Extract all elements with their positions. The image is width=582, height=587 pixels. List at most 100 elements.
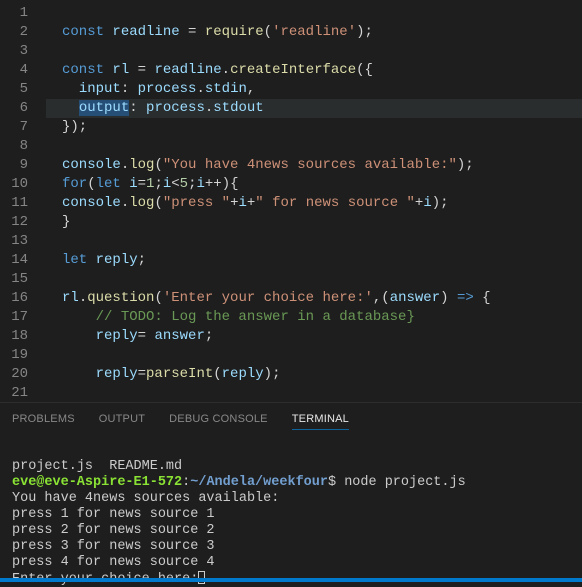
token: ); xyxy=(356,24,373,40)
token: console xyxy=(62,157,121,173)
token: let xyxy=(62,252,96,268)
token: ; xyxy=(138,252,146,268)
token xyxy=(62,309,96,325)
token: }); xyxy=(62,119,87,135)
token: i xyxy=(238,195,246,211)
token: ( xyxy=(154,157,162,173)
token: ; xyxy=(154,176,162,192)
code-line[interactable]: console.log("press "+i+" for news source… xyxy=(46,194,582,213)
code-line[interactable] xyxy=(46,346,582,365)
token: require xyxy=(205,24,264,40)
line-number: 18 xyxy=(0,327,28,346)
terminal-file-list: project.js README.md xyxy=(12,459,182,474)
token: ); xyxy=(432,195,449,211)
token: ); xyxy=(264,366,281,382)
terminal-output-line: press 3 for news source 3 xyxy=(12,539,215,554)
token: answer xyxy=(154,328,204,344)
code-line[interactable]: reply=parseInt(reply); xyxy=(46,365,582,384)
terminal[interactable]: project.js README.md eve@eve-Aspire-E1-5… xyxy=(0,435,582,578)
line-number: 15 xyxy=(0,270,28,289)
token: process xyxy=(146,100,205,116)
token: ( xyxy=(87,176,95,192)
code-line[interactable] xyxy=(46,270,582,289)
token xyxy=(62,81,79,97)
token: < xyxy=(171,176,179,192)
token: question xyxy=(87,290,154,306)
code-line[interactable]: input: process.stdin, xyxy=(46,80,582,99)
line-number: 19 xyxy=(0,346,28,365)
token: " for news source " xyxy=(255,195,415,211)
line-number: 7 xyxy=(0,118,28,137)
token: . xyxy=(205,100,213,116)
tab-terminal[interactable]: TERMINAL xyxy=(292,413,349,430)
token: ++){ xyxy=(205,176,239,192)
token: stdout xyxy=(213,100,263,116)
token: => xyxy=(457,290,474,306)
token: for xyxy=(62,176,87,192)
code-line[interactable] xyxy=(46,4,582,23)
terminal-user: eve@eve-Aspire-E1-572 xyxy=(12,475,182,490)
token: } xyxy=(62,214,70,230)
status-bar xyxy=(0,578,582,582)
code-line[interactable] xyxy=(46,232,582,251)
token: log xyxy=(129,157,154,173)
code-line[interactable]: let reply; xyxy=(46,251,582,270)
token: ( xyxy=(213,366,221,382)
token: i xyxy=(196,176,204,192)
line-number: 10 xyxy=(0,175,28,194)
token: reply xyxy=(222,366,264,382)
panel-tabs: PROBLEMS OUTPUT DEBUG CONSOLE TERMINAL xyxy=(0,402,582,435)
token: output xyxy=(79,100,129,116)
token: readline xyxy=(112,24,179,40)
token: ,( xyxy=(373,290,390,306)
tab-problems[interactable]: PROBLEMS xyxy=(12,413,75,425)
token xyxy=(62,366,96,382)
code-content[interactable]: const readline = require('readline'); con… xyxy=(46,0,582,402)
line-number: 11 xyxy=(0,194,28,213)
token: "press " xyxy=(163,195,230,211)
line-number: 9 xyxy=(0,156,28,175)
token: parseInt xyxy=(146,366,213,382)
token: ) xyxy=(440,290,457,306)
token: . xyxy=(196,81,204,97)
code-line[interactable]: output: process.stdout xyxy=(46,99,582,118)
token: rl xyxy=(62,290,79,306)
token: ); xyxy=(457,157,474,173)
line-number: 13 xyxy=(0,232,28,251)
code-line[interactable] xyxy=(46,137,582,156)
token: i xyxy=(423,195,431,211)
editor-area: 123456789101112131415161718192021 const … xyxy=(0,0,582,402)
token: : xyxy=(129,100,146,116)
token: // TODO: Log the answer in a database} xyxy=(96,309,415,325)
token: . xyxy=(79,290,87,306)
token: ; xyxy=(205,328,213,344)
token: input xyxy=(79,81,121,97)
code-line[interactable]: } xyxy=(46,213,582,232)
line-number: 5 xyxy=(0,80,28,99)
code-line[interactable]: console.log("You have 4news sources avai… xyxy=(46,156,582,175)
line-number: 2 xyxy=(0,23,28,42)
code-line[interactable]: rl.question('Enter your choice here:',(a… xyxy=(46,289,582,308)
code-line[interactable]: reply= answer; xyxy=(46,327,582,346)
code-line[interactable]: const readline = require('readline'); xyxy=(46,23,582,42)
token: { xyxy=(474,290,491,306)
code-line[interactable]: }); xyxy=(46,118,582,137)
line-number: 3 xyxy=(0,42,28,61)
tab-debug-console[interactable]: DEBUG CONSOLE xyxy=(169,413,268,425)
token: . xyxy=(222,62,230,78)
token: ( xyxy=(264,24,272,40)
code-line[interactable] xyxy=(46,384,582,403)
token: 'readline' xyxy=(272,24,356,40)
terminal-output-line: press 2 for news source 2 xyxy=(12,523,215,538)
code-line[interactable]: for(let i=1;i<5;i++){ xyxy=(46,175,582,194)
code-line[interactable]: // TODO: Log the answer in a database} xyxy=(46,308,582,327)
token: stdin xyxy=(205,81,247,97)
code-line[interactable] xyxy=(46,42,582,61)
token: answer xyxy=(390,290,440,306)
token: reply xyxy=(96,328,138,344)
token: ( xyxy=(154,195,162,211)
line-number: 16 xyxy=(0,289,28,308)
code-line[interactable]: const rl = readline.createInterface({ xyxy=(46,61,582,80)
tab-output[interactable]: OUTPUT xyxy=(99,413,145,425)
token: reply xyxy=(96,252,138,268)
